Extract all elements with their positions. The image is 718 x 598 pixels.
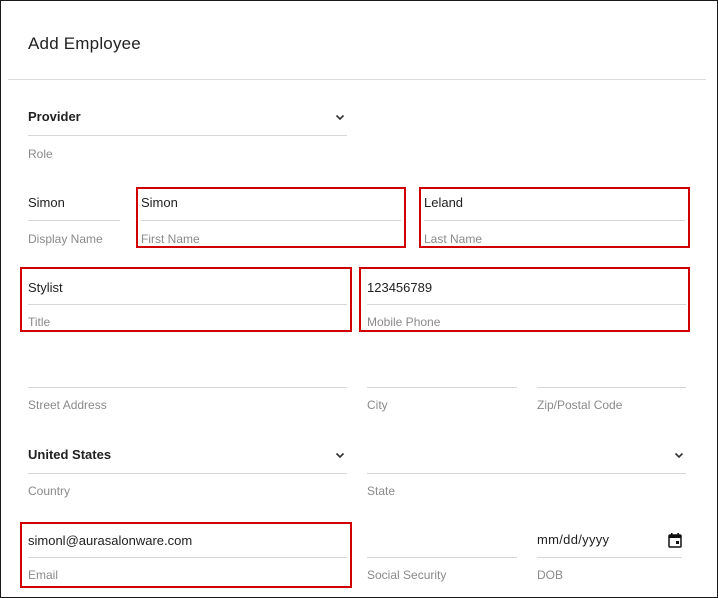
- last-name-value: Leland: [424, 195, 464, 210]
- last-name-label: Last Name: [424, 232, 483, 246]
- state-label: State: [367, 484, 396, 498]
- chevron-down-icon[interactable]: [333, 110, 347, 124]
- first-name-value: Simon: [141, 195, 178, 210]
- city-field[interactable]: City: [367, 361, 517, 417]
- first-name-label: First Name: [141, 232, 200, 246]
- title-value: Stylist: [28, 280, 63, 295]
- zip-underline: [537, 387, 686, 388]
- dob-underline: [537, 557, 682, 558]
- title-field[interactable]: Stylist Title: [28, 278, 347, 334]
- zip-field[interactable]: Zip/Postal Code: [537, 361, 686, 417]
- display-name-underline: [28, 220, 120, 221]
- country-select[interactable]: United States Country: [28, 445, 347, 501]
- city-underline: [367, 387, 517, 388]
- role-label: Role: [28, 147, 53, 161]
- state-select[interactable]: State: [367, 445, 686, 501]
- calendar-icon[interactable]: [668, 532, 682, 548]
- country-value: United States: [28, 447, 112, 462]
- street-address-field[interactable]: Street Address: [28, 361, 347, 417]
- role-value: Provider: [28, 109, 81, 124]
- last-name-underline: [424, 220, 685, 221]
- add-employee-dialog: Add Employee Provider Role Simon Display…: [0, 0, 718, 598]
- zip-label: Zip/Postal Code: [537, 398, 623, 412]
- street-address-underline: [28, 387, 347, 388]
- last-name-field[interactable]: Leland Last Name: [424, 193, 685, 249]
- role-select[interactable]: Provider Role: [28, 107, 347, 163]
- chevron-down-icon[interactable]: [333, 448, 347, 462]
- country-label: Country: [28, 484, 71, 498]
- dob-field[interactable]: mm/dd/yyyy DOB: [537, 531, 682, 587]
- state-underline: [367, 473, 686, 474]
- display-name-field[interactable]: Simon Display Name: [28, 193, 120, 249]
- social-security-label: Social Security: [367, 568, 447, 582]
- first-name-underline: [141, 220, 401, 221]
- dialog-title: Add Employee: [28, 34, 141, 53]
- dob-label: DOB: [537, 568, 564, 582]
- first-name-field[interactable]: Simon First Name: [141, 193, 401, 249]
- email-underline: [28, 557, 347, 558]
- social-security-underline: [367, 557, 517, 558]
- email-field[interactable]: simonl@aurasalonware.com Email: [28, 531, 347, 587]
- email-value: simonl@aurasalonware.com: [28, 533, 193, 548]
- social-security-field[interactable]: Social Security: [367, 531, 517, 587]
- display-name-value: Simon: [28, 195, 65, 210]
- country-underline: [28, 473, 347, 474]
- mobile-phone-field[interactable]: 123456789 Mobile Phone: [367, 278, 686, 334]
- mobile-phone-underline: [367, 304, 686, 305]
- street-address-label: Street Address: [28, 398, 107, 412]
- header-divider: [8, 79, 706, 80]
- role-underline: [28, 135, 347, 136]
- dob-value: mm/dd/yyyy: [537, 532, 610, 547]
- chevron-down-icon[interactable]: [672, 448, 686, 462]
- display-name-label: Display Name: [28, 232, 103, 246]
- title-underline: [28, 304, 347, 305]
- mobile-phone-value: 123456789: [367, 280, 433, 295]
- city-label: City: [367, 398, 388, 412]
- mobile-phone-label: Mobile Phone: [367, 315, 441, 329]
- email-label: Email: [28, 568, 59, 582]
- title-label: Title: [28, 315, 51, 329]
